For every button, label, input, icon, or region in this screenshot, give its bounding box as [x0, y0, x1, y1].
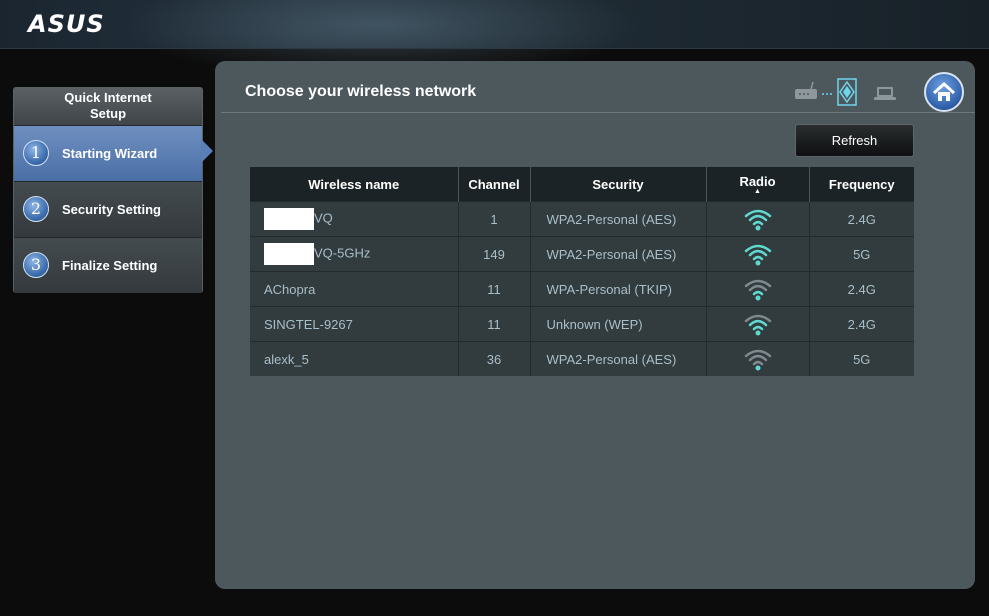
- cell-security: WPA-Personal (TKIP): [530, 271, 707, 307]
- top-header: ASUS: [0, 0, 989, 80]
- ssid-text: VQ: [314, 210, 333, 226]
- asus-logo: ASUS: [28, 10, 105, 38]
- signal-bar: [748, 354, 767, 362]
- step-label: Finalize Setting: [62, 258, 158, 273]
- router-icon: [795, 81, 817, 99]
- title-divider: [221, 112, 975, 113]
- quick-setup-sidebar: Quick Internet Setup 1 Starting Wizard 2…: [13, 87, 203, 293]
- cell-frequency: 2.4G: [809, 271, 914, 307]
- home-icon: [932, 82, 956, 101]
- signal-dot: [755, 260, 760, 266]
- column-header-channel[interactable]: Channel: [458, 167, 531, 202]
- wireless-network-table: Wireless name Channel Security Radio ▲ F…: [250, 167, 914, 376]
- cell-radio: [706, 271, 810, 307]
- ssid-text: alexk_5: [264, 351, 309, 367]
- column-header-security[interactable]: Security: [530, 167, 707, 202]
- step-label: Security Setting: [62, 202, 161, 217]
- signal-dot: [755, 365, 760, 371]
- step-number-1: 1: [23, 140, 49, 166]
- table-row[interactable]: SINGTEL-9267 11 Unknown (WEP) 2.4G: [250, 306, 914, 342]
- cell-channel: 149: [458, 236, 531, 272]
- wireless-link-icon: [822, 78, 857, 106]
- cell-radio: [706, 341, 810, 376]
- step-label: Starting Wizard: [62, 146, 158, 161]
- header-divider: [0, 48, 989, 49]
- cell-channel: 11: [458, 306, 531, 342]
- signal-bar: [752, 290, 763, 296]
- main-panel: Choose your wireless network Refresh Wir…: [215, 61, 975, 589]
- page-title: Choose your wireless network: [245, 83, 477, 100]
- cell-wireless-name: VQ-5GHz: [250, 236, 459, 272]
- laptop-icon: [874, 87, 896, 100]
- cell-wireless-name: VQ: [250, 201, 459, 237]
- radio-header-label: Radio: [739, 173, 776, 189]
- cell-security: Unknown (WEP): [530, 306, 707, 342]
- redacted-name-block: [264, 243, 314, 265]
- step-security-setting[interactable]: 2 Security Setting: [14, 182, 202, 238]
- cell-channel: 11: [458, 271, 531, 307]
- table-row[interactable]: VQ 1 WPA2-Personal (AES) 2.4G: [250, 201, 914, 237]
- signal-bar: [752, 220, 763, 226]
- cell-radio: [706, 201, 810, 237]
- cell-wireless-name: AChopra: [250, 271, 459, 307]
- signal-dot: [755, 295, 760, 301]
- step-number-2: 2: [23, 196, 49, 222]
- column-header-frequency[interactable]: Frequency: [809, 167, 914, 202]
- active-step-pointer-icon: [201, 139, 213, 163]
- signal-dot: [755, 330, 760, 336]
- cell-channel: 36: [458, 341, 531, 376]
- column-header-wireless-name[interactable]: Wireless name: [250, 167, 459, 202]
- cell-radio: [706, 306, 810, 342]
- table-row[interactable]: AChopra 11 WPA-Personal (TKIP) 2.4G: [250, 271, 914, 307]
- table-header-row: Wireless name Channel Security Radio ▲ F…: [250, 167, 914, 202]
- cell-security: WPA2-Personal (AES): [530, 236, 707, 272]
- cell-security: WPA2-Personal (AES): [530, 201, 707, 237]
- sidebar-title-line2: Setup: [89, 106, 127, 121]
- step-finalize-setting[interactable]: 3 Finalize Setting: [14, 238, 202, 293]
- signal-bar: [752, 325, 763, 331]
- redacted-name-block: [264, 208, 314, 230]
- sidebar-title-line1: Quick Internet: [64, 90, 152, 105]
- cell-wireless-name: SINGTEL-9267: [250, 306, 459, 342]
- cell-frequency: 5G: [809, 236, 914, 272]
- signal-bar: [752, 255, 763, 261]
- column-header-radio[interactable]: Radio ▲: [706, 167, 810, 202]
- ssid-text: SINGTEL-9267: [264, 316, 353, 332]
- table-row[interactable]: VQ-5GHz 149 WPA2-Personal (AES) 5G: [250, 236, 914, 272]
- signal-bar: [748, 284, 767, 292]
- cell-wireless-name: alexk_5: [250, 341, 459, 376]
- table-row[interactable]: alexk_5 36 WPA2-Personal (AES) 5G: [250, 341, 914, 376]
- sidebar-title: Quick Internet Setup: [14, 88, 202, 126]
- cell-frequency: 2.4G: [809, 201, 914, 237]
- signal-bar: [748, 319, 767, 327]
- connection-status-icons: [795, 78, 896, 106]
- step-starting-wizard[interactable]: 1 Starting Wizard: [14, 126, 202, 182]
- sort-ascending-icon: ▲: [754, 187, 761, 195]
- cell-channel: 1: [458, 201, 531, 237]
- step-number-3: 3: [23, 252, 49, 278]
- ssid-text: AChopra: [264, 281, 316, 297]
- refresh-button[interactable]: Refresh: [795, 124, 914, 157]
- signal-bar: [752, 360, 763, 366]
- signal-dot: [755, 225, 760, 231]
- home-button[interactable]: [924, 72, 964, 112]
- cell-frequency: 2.4G: [809, 306, 914, 342]
- cell-radio: [706, 236, 810, 272]
- wifi-signal-icon: [744, 279, 771, 301]
- wifi-signal-icon: [744, 209, 771, 231]
- signal-bar: [748, 214, 767, 222]
- cell-security: WPA2-Personal (AES): [530, 341, 707, 376]
- wifi-signal-icon: [744, 349, 771, 371]
- signal-bar: [748, 249, 767, 257]
- cell-frequency: 5G: [809, 341, 914, 376]
- wifi-signal-icon: [744, 314, 771, 336]
- wifi-signal-icon: [744, 244, 771, 266]
- ssid-text: VQ-5GHz: [314, 245, 371, 261]
